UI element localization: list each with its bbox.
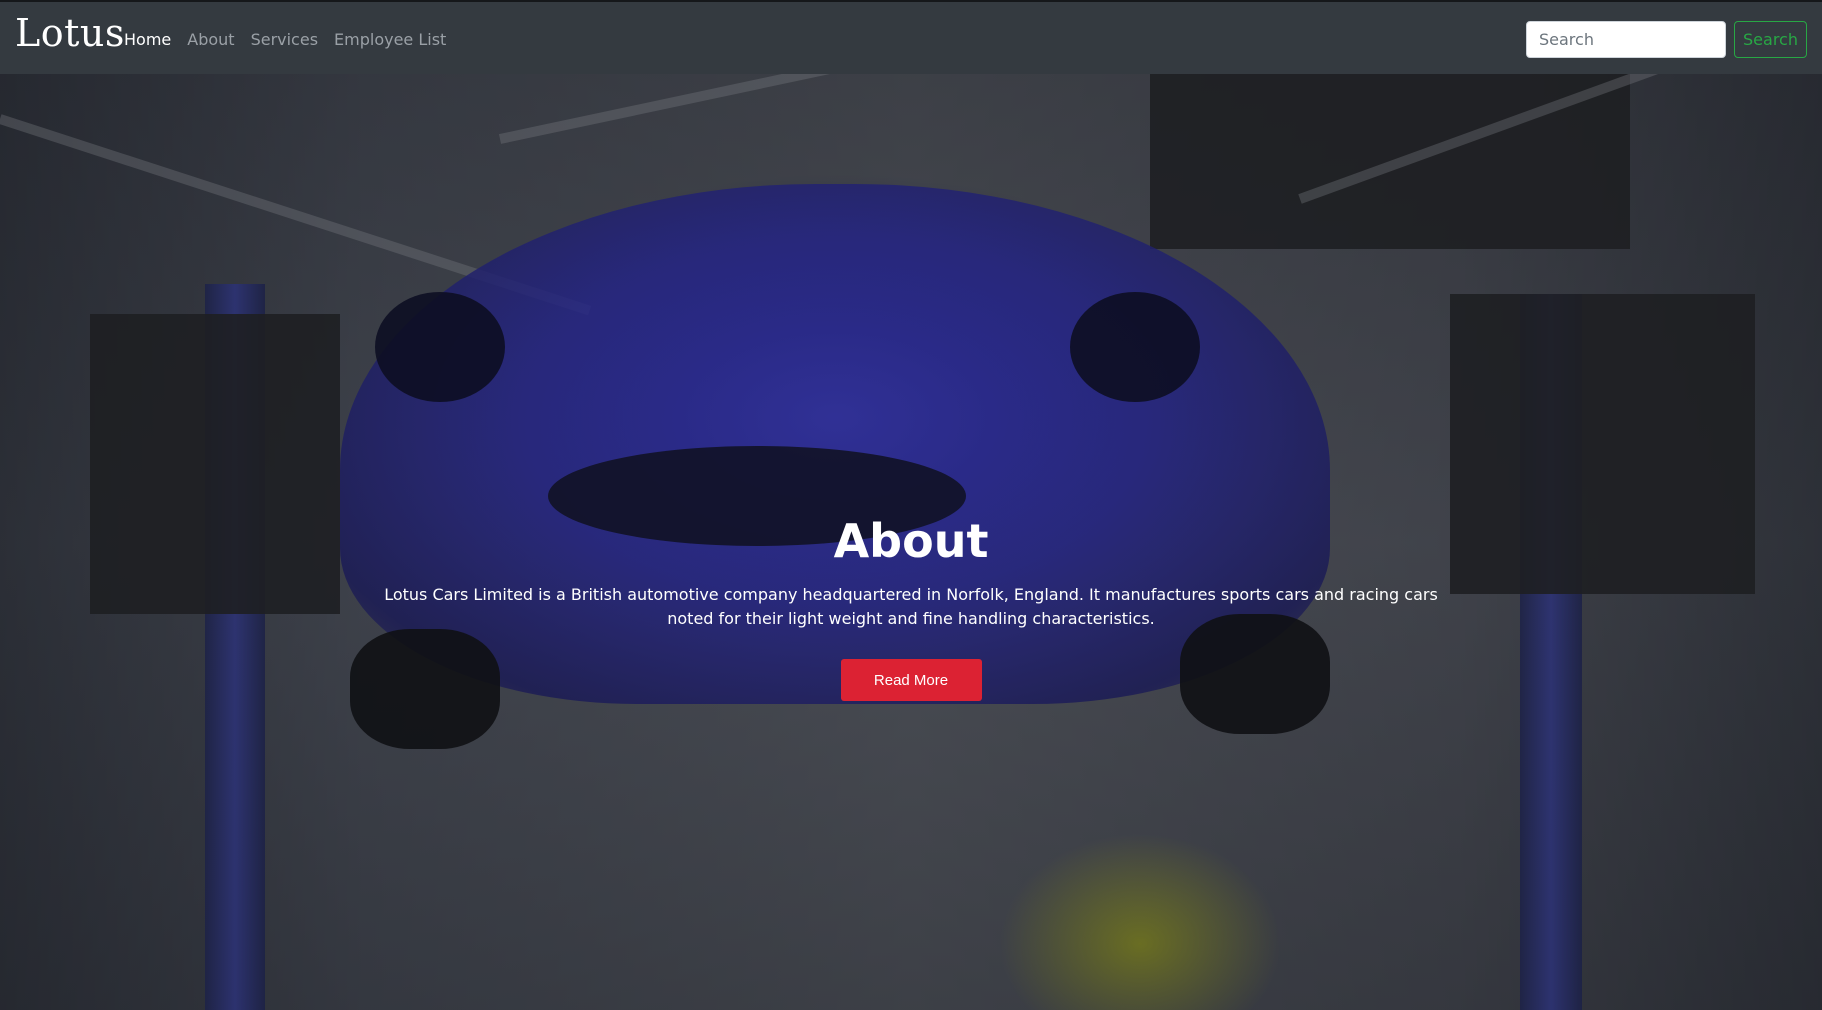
hero-content: About Lotus Cars Limited is a British au… (0, 514, 1822, 702)
car-headlight-left (375, 292, 505, 402)
car-headlight-right (1070, 292, 1200, 402)
hero-title: About (833, 514, 989, 568)
nav-link-about[interactable]: About (187, 30, 234, 49)
hero-section: About Lotus Cars Limited is a British au… (0, 74, 1822, 1010)
nav-link-services[interactable]: Services (251, 30, 318, 49)
roof-beam (498, 74, 1049, 144)
nav-links: Home About Services Employee List (124, 30, 446, 49)
brand-logo[interactable]: Lotus (15, 11, 125, 55)
navbar: Lotus Home About Services Employee List … (0, 0, 1822, 74)
search-button[interactable]: Search (1734, 21, 1807, 58)
hero-description: Lotus Cars Limited is a British automoti… (384, 585, 1438, 629)
nav-link-home[interactable]: Home (124, 30, 171, 49)
search-input[interactable] (1526, 21, 1726, 58)
read-more-button[interactable]: Read More (840, 659, 982, 702)
nav-link-employee-list[interactable]: Employee List (334, 30, 446, 49)
